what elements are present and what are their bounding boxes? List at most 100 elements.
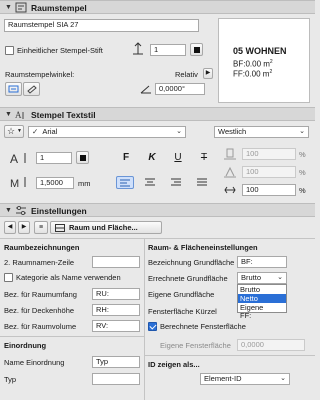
id-heading: ID zeigen als...: [148, 360, 200, 369]
text-style-icon: A: [15, 110, 24, 120]
previous-page-button[interactable]: ◀: [4, 221, 16, 234]
grundflaeche-field[interactable]: BF:: [237, 256, 287, 268]
underline-button[interactable]: U: [172, 150, 184, 164]
room-area-icon: [55, 224, 65, 232]
berechnete-fensterflaeche-checkbox[interactable]: [148, 322, 157, 331]
chevron-down-icon: ⌄: [277, 274, 283, 281]
id-display-select[interactable]: Element-ID ⌄: [200, 373, 290, 385]
collapse-triangle-icon[interactable]: ▼: [5, 4, 12, 11]
align-center-icon[interactable]: [145, 178, 156, 186]
preview-room-name: 05 WOHNEN: [233, 46, 287, 56]
font-name: Arial: [42, 127, 58, 136]
page-selector[interactable]: Raum und Fläche...: [50, 221, 162, 234]
eigene-grundflaeche-label: Eigene Grundfläche: [148, 290, 215, 299]
kategorie-checkbox[interactable]: [4, 273, 13, 282]
next-page-button[interactable]: ▶: [18, 221, 30, 234]
dropdown-option-netto[interactable]: Netto: [238, 294, 286, 303]
svg-text:A: A: [15, 110, 22, 120]
deckenhoehe-field[interactable]: RH:: [92, 304, 140, 316]
pen-number-field[interactable]: 1: [150, 44, 186, 56]
errechnete-select[interactable]: Brutto ⌄: [237, 272, 287, 284]
strikethrough-button[interactable]: T: [198, 150, 210, 164]
section-header-einstellungen[interactable]: ▼ Einstellungen: [0, 203, 315, 217]
page-selector-label: Raum und Fläche...: [69, 223, 138, 232]
pen-icon: [133, 42, 143, 55]
uniform-pen-checkbox[interactable]: [5, 46, 14, 55]
errechnete-dropdown-list: Brutto Netto Eigene: [237, 284, 287, 313]
star-icon: ☆: [7, 126, 16, 136]
text-color-button[interactable]: [76, 151, 89, 164]
name-einordnung-label: Name Einordnung: [4, 358, 65, 367]
svg-text:A: A: [10, 152, 18, 165]
size-unit: mm: [78, 179, 91, 188]
text-size-icon: M: [10, 177, 26, 188]
svg-text:M: M: [10, 178, 19, 188]
eigene-fensterflaeche-label: Eigene Fensterfläche: [160, 341, 231, 350]
raumnamen-field[interactable]: [92, 256, 140, 268]
align-left-icon: [120, 179, 130, 187]
horizontal-stamp-icon: [8, 85, 19, 93]
chevron-right-icon: ▶: [21, 224, 27, 230]
script-name: Westlich: [218, 127, 247, 136]
raumnamen-label: 2. Raumnamen-Zeile: [4, 258, 75, 267]
chevron-left-icon: ◀: [7, 224, 13, 230]
angle-icon: [140, 85, 151, 94]
menu-button[interactable]: ≡: [34, 221, 48, 234]
width-pct-unit: %: [299, 150, 306, 159]
angle-mode-horizontal-button[interactable]: [5, 82, 22, 96]
typ-label: Typ: [4, 375, 17, 384]
chevron-down-icon: ⌄: [176, 128, 182, 135]
id-display-value: Element-ID: [204, 374, 242, 383]
section-header-raumstempel[interactable]: ▼ Raumstempel: [0, 0, 315, 14]
width-factor-icon: [224, 148, 236, 160]
italic-button[interactable]: K: [146, 150, 158, 164]
umfang-field[interactable]: RU:: [92, 288, 140, 300]
favorites-button[interactable]: ☆ ▼: [4, 125, 24, 138]
slant-pct-unit: %: [299, 186, 306, 195]
text-pen-field[interactable]: 1: [36, 152, 72, 164]
rotated-stamp-icon: [27, 85, 37, 94]
deckenhoehe-label: Bez. für Deckenhöhe: [4, 306, 75, 315]
align-left-button[interactable]: [116, 176, 134, 189]
preview-ff: FF:0.00 m2: [233, 69, 273, 79]
raumbezeichnungen-heading: Raumbezeichnungen: [4, 243, 80, 252]
relative-options-button[interactable]: ▶: [203, 68, 213, 79]
raumvolume-field[interactable]: RV:: [92, 320, 140, 332]
font-select[interactable]: ✓ Arial ⌄: [28, 126, 186, 138]
angle-mode-rotate-button[interactable]: [23, 82, 40, 96]
divider: [0, 238, 315, 239]
divider: [0, 336, 144, 337]
align-justify-icon[interactable]: [197, 178, 208, 186]
chevron-down-icon: ▼: [17, 128, 22, 134]
name-einordnung-field[interactable]: Typ: [92, 356, 140, 368]
berechnete-fensterflaeche-label: Berechnete Fensterfläche: [160, 322, 246, 331]
einordnung-heading: Einordnung: [4, 341, 47, 350]
slant-field[interactable]: 100: [242, 184, 296, 196]
grundflaeche-label: Bezeichnung Grundfläche: [148, 258, 235, 267]
errechnete-label: Errechnete Grundfläche: [148, 274, 228, 283]
raum-flaechen-heading: Raum- & Flächeneinstellungen: [148, 243, 258, 252]
relative-label: Relativ: [175, 70, 198, 79]
typ-field[interactable]: [92, 373, 140, 385]
umfang-label: Bez. für Raumumfang: [4, 290, 77, 299]
section-header-textstil[interactable]: ▼ A Stempel Textstil: [0, 107, 315, 121]
align-right-icon[interactable]: [171, 178, 182, 186]
kategorie-label: Kategorie als Name verwenden: [16, 273, 121, 282]
collapse-triangle-icon[interactable]: ▼: [5, 111, 12, 118]
stamp-name-field[interactable]: Raumstempel SIA 27: [4, 19, 199, 32]
collapse-triangle-icon[interactable]: ▼: [5, 207, 12, 214]
bold-button[interactable]: F: [120, 150, 132, 164]
text-size-field[interactable]: 1,5000: [36, 177, 74, 189]
angle-label: Raumstempelwinkel:: [5, 70, 75, 79]
char-spacing-field[interactable]: 100: [242, 166, 296, 178]
script-select[interactable]: Westlich ⌄: [214, 126, 309, 138]
pen-color-button[interactable]: [190, 43, 203, 56]
eigene-fensterflaeche-field[interactable]: 0,0000: [237, 339, 305, 351]
angle-value-field[interactable]: 0,0000°: [155, 83, 205, 95]
dropdown-option-brutto[interactable]: Brutto: [238, 285, 286, 294]
section-title: Raumstempel: [31, 3, 87, 13]
errechnete-selected-value: Brutto: [241, 273, 262, 282]
width-factor-field[interactable]: 100: [242, 148, 296, 160]
char-spacing-icon: [224, 166, 236, 178]
check-icon: ✓: [32, 127, 39, 136]
